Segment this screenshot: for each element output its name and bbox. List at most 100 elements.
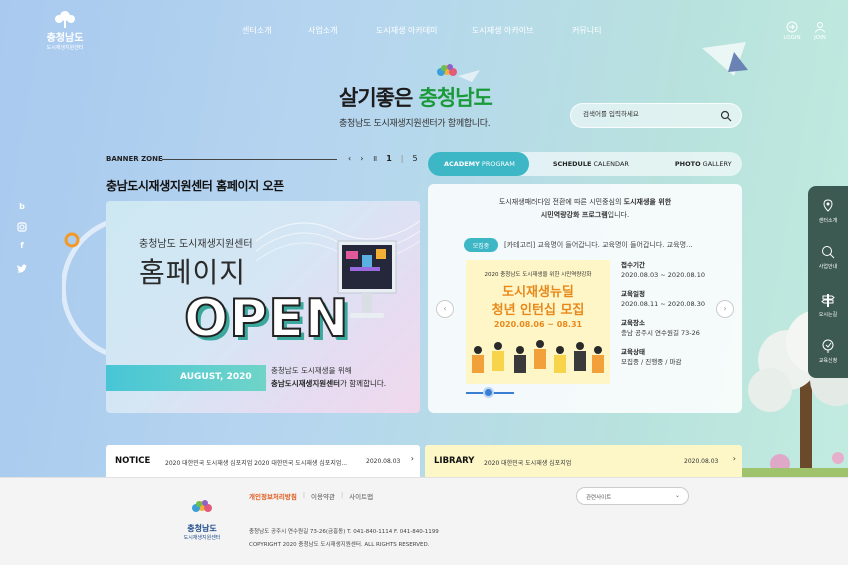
footer-logo[interactable]: 충청남도 도시재생지원센터 (175, 499, 229, 541)
hero-title-prefix: 살기좋은 (339, 86, 419, 110)
footer-terms-link[interactable]: 이용약관 (311, 491, 335, 501)
content-tabs: ACADEMY PROGRAM SCHEDULE CALENDAR PHOTO … (428, 152, 742, 176)
footer-copyright: COPYRIGHT 2020 충청남도 도시재생지원센터. ALL RIGHTS… (249, 542, 430, 548)
tab-schedule-bold: SCHEDULE (552, 160, 592, 168)
academy-intro2-bold: 시민역량강화 프로그램 (540, 211, 608, 219)
tab-photo-gallery[interactable]: PHOTO GALLERY (675, 160, 732, 168)
library-date: 2020.08.03 (684, 458, 719, 465)
info-period-value: 2020.08.03 ~ 2020.08.10 (621, 271, 706, 279)
login-label: LOGIN (783, 35, 801, 41)
quick-label-apply: 교육신청 (818, 358, 838, 364)
user-icon (815, 22, 825, 33)
tab-schedule-calendar[interactable]: SCHEDULE CALENDAR (553, 160, 629, 168)
login-button[interactable]: LOGIN (780, 21, 804, 41)
poster-line1: 2020 충청남도 도시재생을 위한 시민역량강화 (484, 272, 592, 278)
nav-academy[interactable]: 도시재생 아카데미 (376, 25, 472, 36)
related-sites-label: 관련사이트 (586, 495, 612, 501)
notice-label: NOTICE (115, 456, 151, 466)
tab-photo-bold: PHOTO (674, 160, 701, 168)
search-input[interactable] (583, 110, 713, 118)
academy-intro1-bold: 도시재생을 위한 (623, 198, 672, 206)
academy-next-button[interactable]: › (716, 300, 734, 318)
banner-desc1: 충청남도 도시재생을 위해 (271, 366, 352, 375)
academy-intro2-rest: 입니다. (607, 211, 630, 219)
banner-desc2: 충남도시재생지원센터가 함께합니다. (271, 378, 386, 389)
hero-subtitle: 충청남도 도시재생지원센터가 함께합니다. (339, 119, 491, 129)
banner-total-pages: 5 (412, 154, 418, 163)
banner-date: AUGUST, 2020 (106, 365, 266, 391)
library-more-icon[interactable]: › (733, 454, 736, 463)
banner-controls: ‹ › ॥ 1 | 5 (348, 153, 418, 164)
academy-progress-handle[interactable] (483, 387, 494, 398)
academy-prev-button[interactable]: ‹ (436, 300, 454, 318)
banner-line2: 홈페이지 (139, 256, 247, 289)
academy-intro1-pre: 도시재생패러다임 전환에 따른 시민중심의 (498, 198, 624, 206)
library-box: LIBRARY 2020 대한민국 도시재생 심포지엄 2020.08.03 › (425, 445, 742, 478)
tab-academy-rest: PROGRAM (479, 160, 515, 168)
quick-label-center: 센터소개 (818, 218, 838, 224)
info-place-value: 충남 공주시 연수원길 73-26 (621, 329, 700, 337)
banner-pause-icon[interactable]: ॥ (372, 153, 377, 164)
facebook-icon[interactable]: f (15, 241, 29, 250)
banner-desc2-rest: 가 함께합니다. (340, 379, 387, 388)
poster-people-illustration (472, 340, 604, 373)
poster-line4: 2020.08.06 ~ 08.31 (493, 320, 583, 329)
info-status-label: 교육상태 (621, 348, 645, 356)
logo-title: 충청남도 (46, 33, 84, 44)
quick-menu: 센터소개 사업안내 오시는길 교육신청 (808, 186, 848, 378)
hero-title-highlight: 충청남도 (418, 86, 493, 110)
quick-directions[interactable]: 오시는길 (808, 292, 848, 318)
nav-business-intro[interactable]: 사업소개 (308, 25, 376, 36)
signpost-icon (821, 294, 835, 307)
tab-academy-bold: ACADEMY (444, 160, 480, 168)
footer-logo-title: 충청남도 (187, 524, 217, 533)
banner-line1: 충청남도 도시재생지원센터 (139, 239, 253, 250)
banner-zone-divider (162, 159, 337, 160)
info-status-value: 모집중 / 진행중 / 마감 (621, 358, 682, 366)
academy-intro-line2: 시민역량강화 프로그램입니다. (428, 210, 742, 220)
decorative-ring (62, 219, 111, 357)
poster-line2: 도시재생뉴딜 (502, 285, 574, 300)
footer-sitemap-link[interactable]: 사이트맵 (349, 491, 373, 501)
quick-center-intro[interactable]: 센터소개 (808, 198, 848, 224)
quick-label-business: 사업안내 (818, 264, 838, 270)
banner-page-separator: | (400, 154, 404, 163)
search-box (570, 103, 742, 128)
instagram-icon[interactable] (17, 222, 27, 232)
info-period-label: 접수기간 (621, 261, 645, 269)
quick-business[interactable]: 사업안내 (808, 244, 848, 270)
academy-info: 접수기간 2020.08.03 ~ 2020.08.10 교육일정 2020.0… (621, 260, 705, 367)
banner-zone-label: BANNER ZONE (106, 155, 163, 163)
banner-desc2-bold: 충남도시재생지원센터 (271, 379, 340, 388)
academy-course-title[interactable]: [카테고리] 교육명이 들어갑니다. 교육명이 들어갑니다. 교육명... (504, 240, 693, 250)
footer-privacy-link[interactable]: 개인정보처리방침 (249, 491, 297, 501)
site-logo[interactable]: 충청남도 도시재생지원센터 (40, 10, 90, 51)
nav-center-intro[interactable]: 센터소개 (242, 25, 308, 36)
twitter-icon[interactable] (16, 264, 28, 274)
notice-latest-title[interactable]: 2020 대한민국 도시재생 심포지엄 2020 대한민국 도시재생 심포지엄.… (165, 458, 347, 467)
blog-icon[interactable]: b (15, 202, 29, 211)
banner-next-icon[interactable]: › (360, 154, 363, 163)
map-pin-icon (823, 199, 833, 212)
hero-title: 살기좋은 충청남도 (339, 82, 493, 112)
main-banner[interactable]: 충청남도 도시재생지원센터 홈페이지 OPEN AUGUST, 2020 충청남… (106, 201, 420, 413)
library-latest-title[interactable]: 2020 대한민국 도시재생 심포지엄 (484, 458, 571, 467)
join-button[interactable]: JOIN (808, 21, 832, 41)
poster-line3: 청년 인턴십 모집 (491, 303, 585, 318)
logo-tree-icon (55, 11, 75, 28)
tab-schedule-rest: CALENDAR (591, 160, 629, 168)
hero-tree-icon (437, 64, 457, 76)
search-zoom-icon (822, 246, 835, 259)
nav-archive[interactable]: 도시재생 아카이브 (472, 25, 572, 36)
quick-apply[interactable]: 교육신청 (808, 338, 848, 364)
library-label: LIBRARY (434, 456, 475, 466)
tab-academy-program[interactable]: ACADEMY PROGRAM (428, 152, 529, 176)
status-badge: 모집중 (464, 238, 498, 252)
nav-community[interactable]: 커뮤니티 (572, 25, 622, 36)
notice-more-icon[interactable]: › (411, 454, 414, 463)
search-icon[interactable] (720, 110, 732, 122)
academy-poster[interactable]: 2020 충청남도 도시재생을 위한 시민역량강화 도시재생뉴딜 청년 인턴십 … (466, 260, 610, 384)
banner-prev-icon[interactable]: ‹ (348, 154, 351, 163)
footer-logo-subtitle: 도시재생지원센터 (183, 535, 221, 541)
related-sites-select[interactable]: 관련사이트 ⌄ (576, 487, 689, 505)
